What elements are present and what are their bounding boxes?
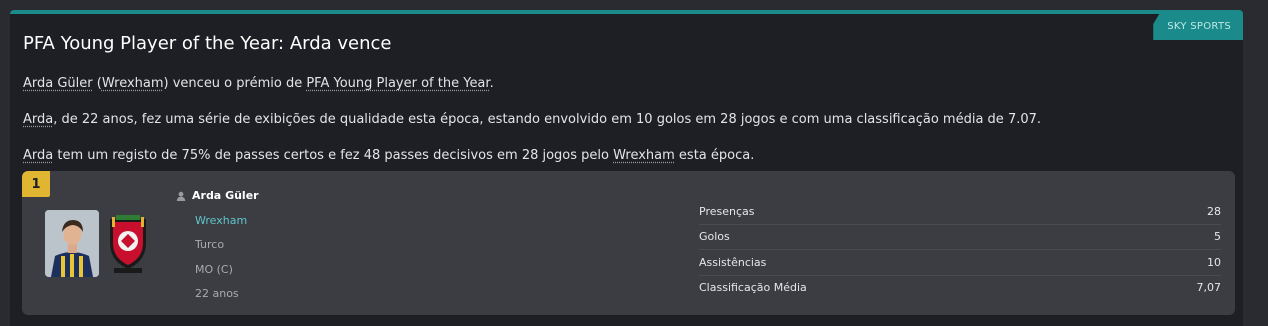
- news-paragraph-3: Arda tem um registo de 75% de passes cer…: [23, 148, 754, 163]
- news-paragraph-1: Arda Güler (Wrexham) venceu o prémio de …: [23, 76, 494, 91]
- stats-table: Presenças 28 Golos 5 Assistências 10 Cla…: [699, 199, 1221, 300]
- player-position: MO (C): [195, 263, 233, 276]
- stat-label: Classificação Média: [699, 281, 807, 295]
- stat-value: 28: [1207, 204, 1221, 218]
- player-club[interactable]: Wrexham: [195, 214, 247, 227]
- stat-row: Golos 5: [699, 225, 1221, 250]
- user-icon: [176, 191, 186, 201]
- player-photo[interactable]: [45, 210, 99, 277]
- text-fragment: ) venceu o prémio de: [163, 76, 307, 91]
- player-photo-image: [45, 210, 99, 277]
- stat-row: Classificação Média 7,07: [699, 276, 1221, 301]
- text-fragment: (: [92, 76, 102, 91]
- award-winner-card: 1 Arda Güler Wrexham Turco MO (C) 22 ano…: [22, 171, 1235, 315]
- player-link[interactable]: Arda Güler: [23, 76, 93, 91]
- text-fragment: .: [489, 76, 494, 91]
- player-age: 22 anos: [195, 287, 239, 300]
- wrexham-crest-icon: [110, 215, 146, 273]
- player-link[interactable]: Arda: [23, 148, 53, 163]
- player-nationality: Turco: [195, 238, 225, 251]
- club-link[interactable]: Wrexham: [613, 148, 675, 163]
- stat-label: Presenças: [699, 204, 755, 218]
- player-link[interactable]: Arda: [23, 112, 53, 127]
- stat-value: 10: [1207, 255, 1221, 269]
- news-paragraph-2: Arda, de 22 anos, fez uma série de exibi…: [23, 112, 1041, 127]
- stat-value: 5: [1214, 230, 1221, 244]
- stat-label: Assistências: [699, 255, 767, 269]
- player-name-row[interactable]: Arda Güler: [176, 189, 259, 202]
- stat-row: Presenças 28: [699, 199, 1221, 225]
- text-fragment: , de 22 anos, fez uma série de exibições…: [53, 112, 1042, 127]
- club-crest[interactable]: [106, 213, 150, 275]
- text-fragment: esta época.: [674, 148, 755, 163]
- player-name[interactable]: Arda Güler: [192, 189, 259, 202]
- stat-row: Assistências 10: [699, 250, 1221, 276]
- text-fragment: tem um registo de 75% de passes certos e…: [53, 148, 614, 163]
- source-tag: SKY SPORTS: [1153, 14, 1243, 40]
- stat-value: 7,07: [1196, 281, 1222, 295]
- stat-label: Golos: [699, 230, 730, 244]
- club-link[interactable]: Wrexham: [102, 76, 164, 91]
- award-link[interactable]: PFA Young Player of the Year: [306, 76, 489, 91]
- rank-badge: 1: [22, 171, 50, 197]
- news-title: PFA Young Player of the Year: Arda vence: [23, 33, 392, 54]
- news-panel: SKY SPORTS PFA Young Player of the Year:…: [10, 10, 1243, 326]
